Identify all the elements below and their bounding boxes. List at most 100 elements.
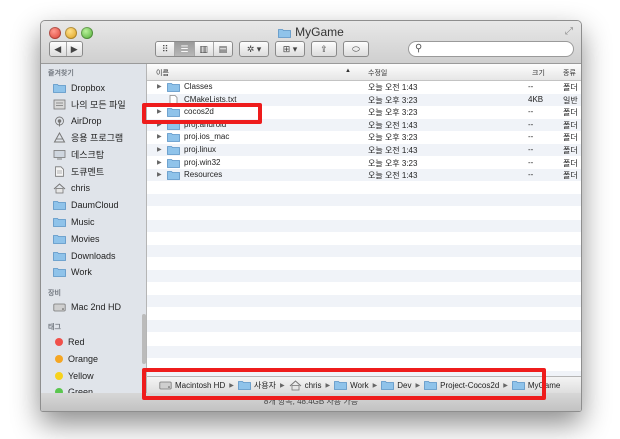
sidebar-item-music[interactable]: Music [53,214,145,229]
disclosure-triangle-icon[interactable]: ▶ [157,83,162,90]
file-row[interactable]: ▶ Resources 오늘 오전 1:43 -- 폴더 [147,169,581,182]
home-icon [53,183,66,194]
sidebar-item-label: 나의 모든 파일 [71,99,126,110]
tag-dot-icon [55,354,63,363]
sidebar-item-airdrop[interactable]: AirDrop [53,114,145,129]
share-button[interactable]: ⇪ [311,41,337,57]
sidebar-item-데스크탑[interactable]: 데스크탑 [53,147,145,162]
tag-button[interactable]: ⬭ [343,41,369,57]
disclosure-triangle-icon[interactable]: ▶ [157,146,162,153]
column-name-header[interactable]: 이름 [156,68,169,78]
back-forward-control: ◀ ▶ [49,41,83,57]
view-mode-control: ⠿ ☰ ▥ ▤ [155,41,233,57]
column-size-header[interactable]: 크기 [532,68,545,78]
sidebar-item-mac-2nd-hd[interactable]: Mac 2nd HD [53,300,145,315]
empty-row [147,219,581,232]
file-size: 4KB [528,94,544,104]
all-files-icon [53,99,66,110]
file-row[interactable]: ▶ proj.ios_mac 오늘 오후 3:23 -- 폴더 [147,131,581,143]
sidebar: 즐겨찾기 Dropbox 나의 모든 파일 AirDrop 응용 프로그램 데스크탑 도큐멘… [41,64,147,411]
empty-row [147,333,581,345]
sidebar-item-label: AirDrop [71,116,102,127]
arrange-menu-button[interactable]: ⊞ ▾ [275,41,305,57]
column-kind-header[interactable]: 종류 [563,68,576,78]
column-header: 이름 ▲ 수정일 크기 종류 [147,64,581,81]
tag-dot-icon [55,371,63,380]
file-kind: 폴더 [563,120,578,130]
sidebar-item-work[interactable]: Work [53,265,145,280]
empty-row [147,308,581,320]
file-kind: 폴더 [563,146,578,155]
empty-row [147,345,581,358]
file-kind: 폴더 [563,158,578,168]
list-view-button[interactable]: ☰ [175,42,195,56]
folder-icon [53,268,66,278]
folder-icon [53,201,66,210]
highlight-box-cocos2d [142,103,262,124]
file-row[interactable]: ▶ proj.win32 오늘 오후 3:23 -- 폴더 [147,157,581,169]
folder-icon [53,251,66,261]
sidebar-item-도큐멘트[interactable]: 도큐멘트 [53,164,145,179]
cover-flow-button[interactable]: ▤ [213,42,232,56]
column-date-header[interactable]: 수정일 [368,68,387,78]
sidebar-item-chris[interactable]: chris [53,181,145,196]
folder-icon [278,29,292,38]
sidebar-item-응용-프로그램[interactable]: 응용 프로그램 [53,130,145,145]
search-field[interactable]: ⚲ [408,41,574,57]
search-input[interactable] [427,43,567,55]
disclosure-triangle-icon[interactable]: ▶ [157,159,162,166]
sidebar-item-label: DaumCloud [71,200,119,211]
disclosure-triangle-icon[interactable]: ▶ [157,171,162,178]
sidebar-item-downloads[interactable]: Downloads [53,248,145,263]
fullscreen-icon[interactable]: ⤢ [565,26,573,37]
sidebar-item-label: Downloads [71,250,116,261]
file-row[interactable]: ▶ proj.linux 오늘 오전 1:43 -- 폴더 [147,144,581,156]
forward-button[interactable]: ▶ [66,42,82,56]
back-button[interactable]: ◀ [50,42,67,56]
file-size: -- [528,119,534,129]
file-row[interactable]: ▶ Classes 오늘 오전 1:43 -- 폴더 [147,81,581,93]
icon-view-button[interactable]: ⠿ [156,42,176,56]
disclosure-triangle-icon[interactable]: ▶ [157,133,162,140]
sidebar-item-label: Yellow [68,370,94,381]
action-menu-button[interactable]: ✲ ▾ [239,41,269,57]
sidebar-item-label: Music [71,216,95,227]
column-view-button[interactable]: ▥ [194,42,214,56]
folder-icon [167,133,180,143]
desktop-icon [53,150,66,160]
file-size: -- [528,157,534,167]
file-size: -- [528,145,534,154]
sidebar-item-daumcloud[interactable]: DaumCloud [53,198,145,213]
file-kind: 폴더 [563,108,578,118]
empty-row [147,232,581,244]
empty-row [147,207,581,219]
folder-icon [53,217,66,227]
sidebar-item-label: 도큐멘트 [71,167,105,177]
sort-indicator: ▲ [345,68,351,74]
file-kind: 폴더 [563,171,578,181]
sidebar-item-orange[interactable]: Orange [53,351,145,366]
sidebar-item-label: Dropbox [71,82,106,93]
finder-window: MyGame ⤢ ◀ ▶ ⠿ ☰ ▥ ▤ ✲ ▾ ⊞ ▾ ⇪ ⬭ ⚲ 즐겨찾기 D… [40,20,582,412]
sidebar-item-yellow[interactable]: Yellow [53,368,145,383]
sidebar-item-label: Red [68,336,85,347]
sidebar-item-movies[interactable]: Movies [53,231,145,246]
sidebar-item-label: Mac 2nd HD [71,302,122,313]
sidebar-item-label: Work [71,267,92,278]
sidebar-item-나의-모든-파일[interactable]: 나의 모든 파일 [53,97,145,112]
file-date: 오늘 오후 3:23 [368,133,418,143]
sidebar-section-devices: 장비 [48,289,61,297]
empty-row [147,194,581,207]
window-title: MyGame [41,25,581,39]
file-name: proj.win32 [184,157,221,167]
sidebar-item-red[interactable]: Red [53,334,145,349]
file-date: 오늘 오후 3:23 [368,95,418,105]
title-bar[interactable]: MyGame ⤢ ◀ ▶ ⠿ ☰ ▥ ▤ ✲ ▾ ⊞ ▾ ⇪ ⬭ ⚲ [41,21,581,64]
file-date: 오늘 오전 1:43 [368,171,418,181]
file-size: -- [528,82,534,91]
file-kind: 폴더 [563,133,578,143]
file-name: Resources [184,170,223,180]
empty-row [147,244,581,257]
sidebar-item-dropbox[interactable]: Dropbox [53,80,145,95]
empty-row [147,320,581,333]
